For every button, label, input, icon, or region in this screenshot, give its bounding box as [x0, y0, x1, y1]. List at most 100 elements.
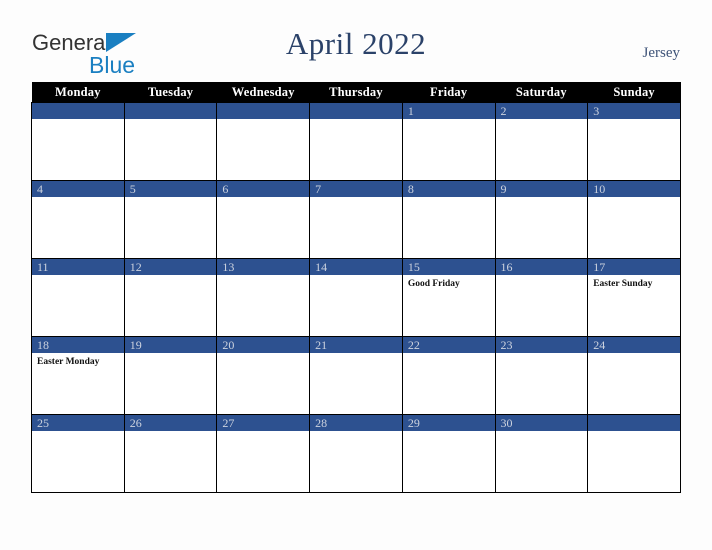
day-events	[217, 119, 309, 177]
calendar-week-row: 4 5 6 7 8 9 10	[31, 180, 681, 259]
calendar-page: General Blue April 2022 Jersey Monday Tue…	[0, 0, 712, 550]
day-number: 14	[310, 259, 402, 275]
day-events	[403, 119, 495, 177]
weekday-header-tuesday: Tuesday	[124, 82, 217, 103]
day-events	[32, 119, 124, 177]
day-number: 24	[588, 337, 680, 353]
day-events	[403, 431, 495, 489]
calendar-empty-cell[interactable]	[216, 102, 311, 181]
calendar-day-cell[interactable]: 25	[31, 414, 125, 493]
calendar-day-cell[interactable]: 28	[309, 414, 403, 493]
calendar-day-cell[interactable]: 13	[216, 258, 311, 337]
day-number: 2	[495, 103, 588, 119]
day-events: Good Friday	[403, 275, 495, 333]
day-number	[124, 103, 217, 119]
day-number: 10	[588, 181, 680, 197]
calendar-day-cell[interactable]: 11	[31, 258, 125, 337]
calendar-body: 1 2 3 4 5 6 7 8 9 10 11 12 13 14 15 Good Friday 16 17 East…	[31, 102, 681, 493]
weekday-header-wednesday: Wednesday	[216, 82, 310, 103]
calendar-day-cell[interactable]: 7	[309, 180, 403, 259]
day-events	[125, 353, 217, 411]
day-events	[217, 275, 309, 333]
calendar-day-cell[interactable]: 15 Good Friday	[401, 258, 496, 337]
day-events	[217, 353, 309, 411]
day-number: 17	[588, 259, 680, 275]
day-number: 19	[124, 337, 217, 353]
calendar-day-cell[interactable]: 1	[401, 102, 496, 181]
day-number: 1	[402, 103, 495, 119]
calendar-empty-cell[interactable]	[123, 102, 218, 181]
day-number: 5	[124, 181, 217, 197]
day-events	[125, 119, 217, 177]
day-number: 26	[124, 415, 217, 431]
day-events	[403, 197, 495, 255]
day-events	[310, 197, 402, 255]
calendar-day-cell[interactable]: 18 Easter Monday	[31, 336, 125, 415]
day-events	[217, 197, 309, 255]
calendar-day-cell[interactable]: 8	[401, 180, 496, 259]
day-number: 12	[124, 259, 217, 275]
day-number: 22	[402, 337, 495, 353]
day-events	[496, 119, 588, 177]
calendar-day-cell[interactable]: 2	[494, 102, 589, 181]
day-number: 3	[588, 103, 680, 119]
calendar-day-cell[interactable]: 17 Easter Sunday	[587, 258, 681, 337]
day-number: 23	[495, 337, 588, 353]
calendar-empty-cell[interactable]	[31, 102, 125, 181]
calendar-day-cell[interactable]: 20	[216, 336, 311, 415]
day-events	[496, 431, 588, 489]
day-events	[310, 119, 402, 177]
day-events	[32, 197, 124, 255]
calendar-day-cell[interactable]: 5	[123, 180, 218, 259]
calendar-day-cell[interactable]: 24	[587, 336, 681, 415]
calendar-week-row: 18 Easter Monday 19 20 21 22 23 24	[31, 336, 681, 415]
day-number: 6	[217, 181, 310, 197]
day-events	[310, 353, 402, 411]
day-events	[310, 275, 402, 333]
calendar-day-cell[interactable]: 19	[123, 336, 218, 415]
day-number: 4	[32, 181, 124, 197]
calendar-day-cell[interactable]: 9	[494, 180, 589, 259]
calendar-day-cell[interactable]: 30	[494, 414, 589, 493]
calendar-week-row: 11 12 13 14 15 Good Friday 16 17 Easter Sunday	[31, 258, 681, 337]
day-number: 27	[217, 415, 310, 431]
day-events	[32, 431, 124, 489]
calendar-day-cell[interactable]: 29	[401, 414, 496, 493]
holiday-label: Easter Sunday	[593, 279, 653, 289]
calendar-empty-cell[interactable]	[309, 102, 403, 181]
day-number	[217, 103, 310, 119]
day-events	[496, 197, 588, 255]
calendar-day-cell[interactable]: 23	[494, 336, 589, 415]
day-number: 20	[217, 337, 310, 353]
calendar-day-cell[interactable]: 14	[309, 258, 403, 337]
weekday-header-thursday: Thursday	[309, 82, 403, 103]
day-number: 9	[495, 181, 588, 197]
calendar-day-cell[interactable]: 3	[587, 102, 681, 181]
calendar-day-cell[interactable]: 22	[401, 336, 496, 415]
page-title: April 2022	[285, 26, 427, 61]
calendar-day-cell[interactable]: 10	[587, 180, 681, 259]
calendar-day-cell[interactable]: 16	[494, 258, 589, 337]
day-events	[588, 119, 680, 177]
weekday-header-friday: Friday	[402, 82, 496, 103]
day-events	[125, 197, 217, 255]
calendar-day-cell[interactable]: 6	[216, 180, 311, 259]
day-events	[125, 431, 217, 489]
day-number: 7	[310, 181, 402, 197]
calendar-empty-cell[interactable]	[587, 414, 681, 493]
calendar-day-cell[interactable]: 4	[31, 180, 125, 259]
calendar-day-cell[interactable]: 21	[309, 336, 403, 415]
day-number: 16	[495, 259, 588, 275]
location-label: Jersey	[642, 45, 681, 61]
calendar-week-row: 123	[31, 102, 681, 181]
calendar-day-cell[interactable]: 12	[123, 258, 218, 337]
calendar-day-cell[interactable]: 26	[123, 414, 218, 493]
page-header: General Blue April 2022 Jersey	[0, 0, 712, 82]
day-number: 25	[32, 415, 124, 431]
day-number: 18	[32, 337, 124, 353]
calendar-day-cell[interactable]: 27	[216, 414, 311, 493]
day-events	[217, 431, 309, 489]
day-events	[310, 431, 402, 489]
day-events	[496, 353, 588, 411]
day-number	[588, 415, 680, 431]
